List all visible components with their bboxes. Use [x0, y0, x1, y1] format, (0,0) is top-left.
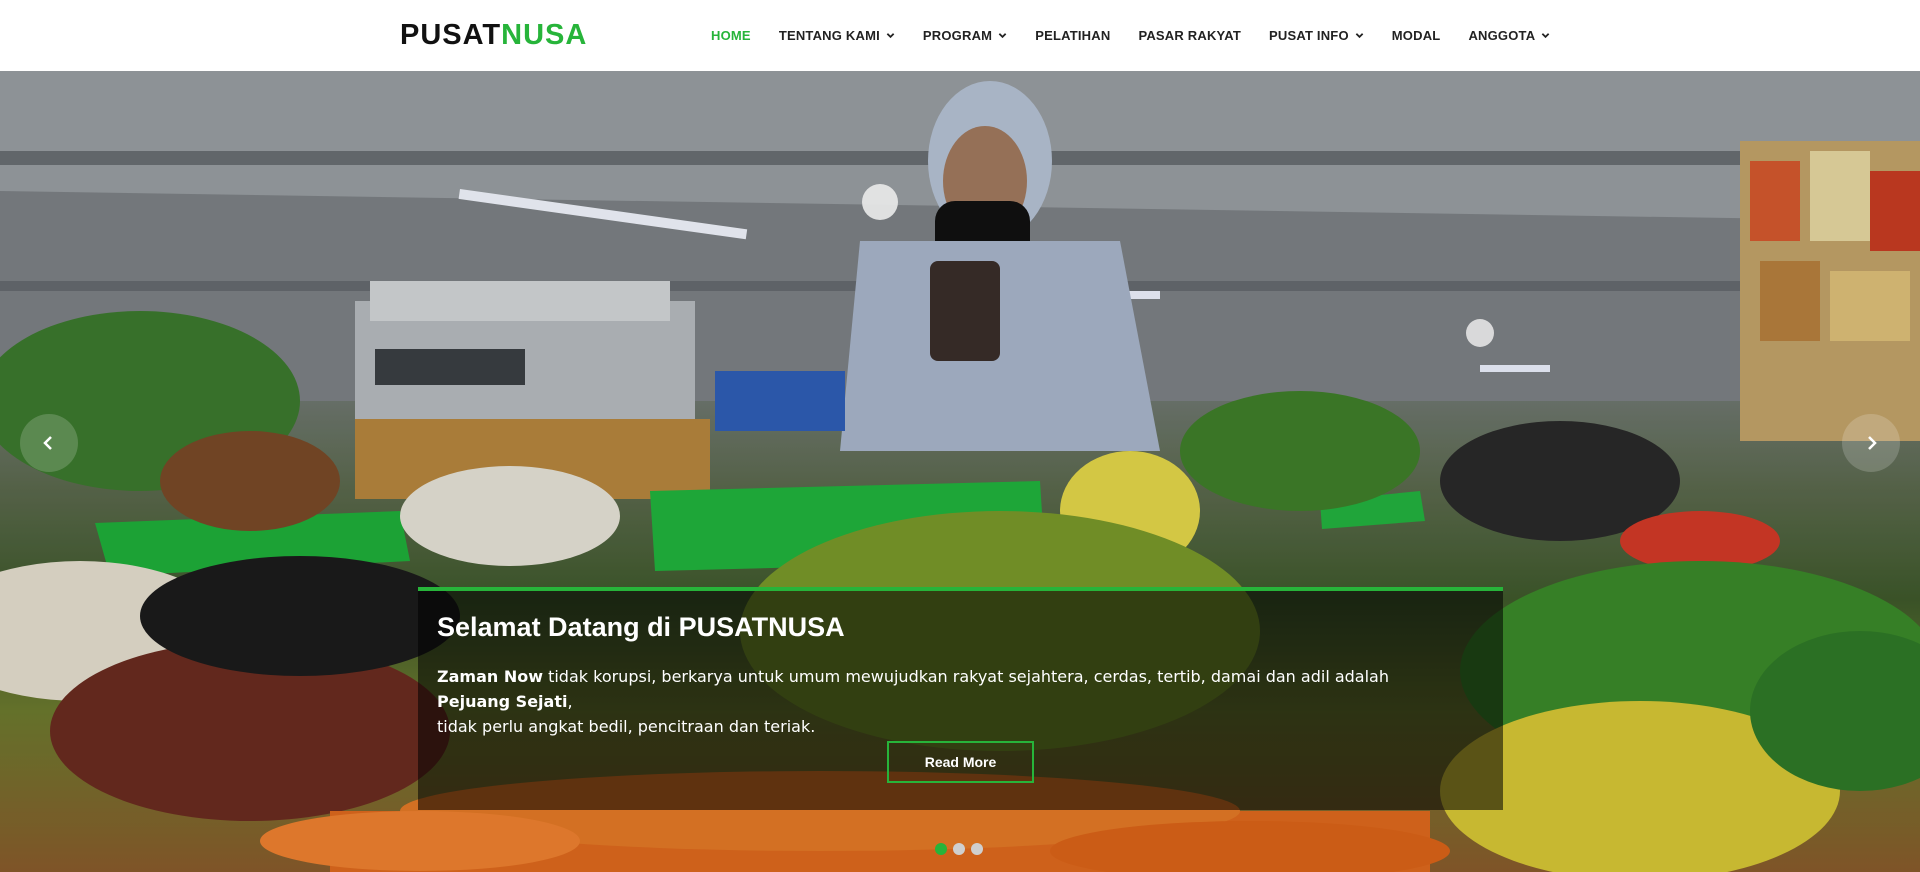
nav-item-label: ANGGOTA — [1468, 28, 1536, 43]
nav-item-program[interactable]: PROGRAM — [923, 0, 1007, 71]
nav-item-label: MODAL — [1391, 28, 1441, 43]
nav-item-home[interactable]: HOME — [711, 0, 751, 71]
nav-item-pasar-rakyat[interactable]: PASAR RAKYAT — [1138, 0, 1241, 71]
nav-item-label: PASAR RAKYAT — [1138, 28, 1241, 43]
chevron-left-icon — [43, 436, 52, 450]
caption-text: Zaman Now tidak korupsi, berkarya untuk … — [437, 664, 1467, 739]
slider-dot-2[interactable] — [953, 843, 965, 855]
caption-bold-2: Pejuang Sejati — [437, 692, 568, 711]
nav-item-pusat-info[interactable]: PUSAT INFO — [1269, 0, 1364, 71]
site-header: PUSATNUSA HOME TENTANG KAMI PROGRAM PELA… — [0, 0, 1920, 71]
logo-text-part2: NUSA — [501, 19, 588, 51]
slider-dots — [935, 843, 989, 855]
caption-text-1: tidak korupsi, berkarya untuk umum mewuj… — [543, 667, 1389, 686]
caption-bold-1: Zaman Now — [437, 667, 543, 686]
caption-text-3: tidak perlu angkat bedil, pencitraan dan… — [437, 717, 816, 736]
chevron-down-icon — [998, 33, 1007, 39]
nav-item-tentang-kami[interactable]: TENTANG KAMI — [779, 0, 895, 71]
hero-slider: Selamat Datang di PUSATNUSA Zaman Now ti… — [0, 71, 1920, 872]
slider-dot-1[interactable] — [935, 843, 947, 855]
chevron-down-icon — [1542, 33, 1550, 39]
nav-item-label: PROGRAM — [922, 28, 993, 43]
slider-prev-button[interactable] — [20, 414, 78, 472]
chevron-down-icon — [886, 33, 895, 39]
hero-caption: Selamat Datang di PUSATNUSA Zaman Now ti… — [418, 587, 1503, 810]
nav-item-label: PUSAT INFO — [1269, 28, 1349, 43]
caption-title: Selamat Datang di PUSATNUSA — [437, 612, 845, 642]
nav-item-anggota[interactable]: ANGGOTA — [1468, 0, 1550, 71]
chevron-right-icon — [1868, 436, 1877, 450]
nav-item-modal[interactable]: MODAL — [1392, 0, 1441, 71]
nav-item-pelatihan[interactable]: PELATIHAN — [1035, 0, 1110, 71]
nav-item-label: HOME — [711, 28, 751, 43]
site-logo[interactable]: PUSATNUSA — [400, 18, 587, 52]
main-nav: HOME TENTANG KAMI PROGRAM PELATIHAN PASA… — [711, 0, 1578, 71]
read-more-button[interactable]: Read More — [887, 741, 1034, 783]
slider-dot-3[interactable] — [971, 843, 983, 855]
chevron-down-icon — [1355, 33, 1364, 39]
nav-item-label: TENTANG KAMI — [778, 28, 880, 43]
caption-text-2: , — [567, 692, 573, 711]
logo-text-part1: PUSAT — [400, 19, 502, 51]
nav-item-label: PELATIHAN — [1035, 28, 1111, 43]
slider-next-button[interactable] — [1842, 414, 1900, 472]
